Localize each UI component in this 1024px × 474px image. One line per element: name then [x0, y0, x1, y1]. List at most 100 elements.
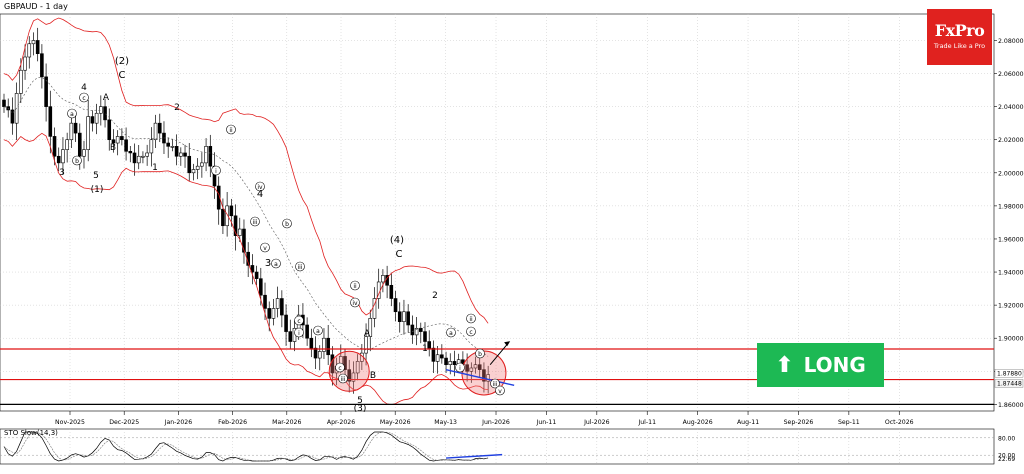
wave-annotation: a	[274, 261, 278, 268]
candle-down	[183, 152, 187, 157]
candle-down	[427, 341, 432, 349]
candle-down	[73, 122, 78, 134]
stochastic-tick-label: 22.69	[998, 456, 1015, 463]
x-tick-label: Jan-2026	[164, 419, 193, 426]
long-label: LONG	[803, 353, 866, 377]
candle-down	[2, 99, 6, 107]
candle-up	[23, 56, 27, 71]
wave-annotation: 4	[81, 83, 87, 93]
candle-up	[200, 162, 204, 167]
candle-down	[107, 119, 112, 141]
y-tick-label: 2.02000	[998, 137, 1024, 144]
x-tick-label: Feb-2026	[218, 419, 247, 426]
candle-up	[435, 354, 440, 362]
candle-up	[271, 308, 276, 319]
wave-annotation: c	[297, 318, 300, 325]
wave-annotation: iv	[352, 300, 358, 307]
candle-up	[86, 116, 90, 150]
x-tick-label: Jul-11	[637, 419, 656, 426]
candle-up	[149, 139, 154, 154]
x-tick-label: Aug-2026	[683, 419, 713, 426]
y-tick-label: 1.98000	[998, 203, 1024, 210]
candle-down	[124, 139, 128, 152]
candle-down	[120, 136, 124, 141]
wave-annotation: 1	[152, 163, 158, 173]
long-signal-badge: ⬆ LONG	[757, 343, 884, 387]
candle-down	[254, 271, 259, 279]
candle-down	[259, 278, 263, 296]
indicator-title: STO Slow(14,3)	[4, 429, 58, 437]
candle-down	[221, 208, 225, 227]
wave-annotation: 4	[257, 189, 263, 200]
wave-annotation: C	[396, 249, 403, 260]
candle-down	[208, 146, 213, 167]
wave-annotation: (1)	[91, 185, 104, 195]
candle-down	[418, 327, 423, 332]
candle-down	[288, 331, 293, 342]
wave-annotation: (2)	[115, 56, 129, 67]
candle-down	[431, 347, 436, 362]
candle-down	[35, 40, 40, 55]
y-tick-label: 1.94000	[998, 270, 1024, 277]
candle-down	[40, 53, 44, 78]
candle-down	[132, 152, 137, 164]
x-tick-label: Jun-11	[536, 419, 557, 426]
wave-annotation: iii	[297, 264, 302, 271]
x-tick-label: May-13	[434, 419, 457, 426]
candle-down	[444, 357, 448, 365]
candle-up	[275, 298, 280, 309]
candle-up	[141, 155, 145, 158]
wave-annotation: b	[478, 351, 482, 358]
candle-up	[115, 136, 120, 144]
y-tick-label: 1.96000	[998, 236, 1024, 243]
x-tick-label: Oct-2026	[885, 419, 914, 426]
candle-up	[179, 152, 183, 157]
wave-annotation: B	[110, 143, 116, 153]
wave-annotation: iii	[252, 219, 257, 226]
candle-up	[170, 146, 175, 148]
candle-up	[204, 146, 208, 164]
x-tick-label: Aug-11	[737, 419, 759, 426]
x-tick-label: Mar-2026	[272, 419, 301, 426]
candle-down	[393, 298, 398, 313]
candle-up	[31, 40, 36, 45]
x-tick-label: Dec-2025	[109, 419, 139, 426]
y-tick-label: 2.00000	[998, 170, 1024, 177]
y-tick-label: 1.90000	[998, 336, 1024, 343]
candle-down	[229, 205, 234, 217]
candle-up	[61, 149, 65, 164]
y-tick-label: 2.04000	[998, 104, 1024, 111]
candle-down	[174, 146, 179, 157]
candle-down	[103, 106, 107, 121]
wave-annotation: 3	[59, 168, 65, 178]
candle-down	[440, 354, 444, 359]
candle-up	[195, 165, 200, 170]
candle-up	[317, 351, 322, 359]
candle-up	[82, 149, 86, 157]
candle-down	[313, 347, 318, 359]
y-tick-label: 2.06000	[998, 71, 1024, 78]
x-tick-label: Nov-2025	[55, 419, 85, 426]
wave-annotation: 3	[265, 258, 271, 269]
candle-down	[56, 155, 61, 164]
candle-down	[326, 337, 330, 356]
wave-annotation: ii	[469, 316, 473, 323]
candle-down	[397, 311, 402, 322]
candle-up	[99, 106, 103, 114]
chart-root: 2.08000 2.06000 2.04000 2.02000 2.00000 1.980…	[0, 0, 1024, 474]
y-tick-label: 1.92000	[998, 303, 1024, 310]
wave-annotation: v	[263, 245, 267, 252]
wave-annotation: A	[103, 93, 110, 103]
candle-up	[69, 122, 74, 141]
wave-annotation: (3)	[354, 404, 367, 414]
wave-annotation: C	[119, 70, 126, 81]
candle-down	[309, 337, 314, 349]
candle-down	[52, 136, 57, 157]
y-tick-label: 2.08000	[998, 38, 1024, 45]
candle-up	[19, 69, 23, 94]
fxpro-logo: FxPro Trade Like a Pro	[927, 9, 992, 65]
candle-down	[280, 298, 284, 316]
candle-up	[402, 311, 406, 322]
candle-down	[267, 308, 272, 319]
candle-up	[65, 139, 69, 150]
